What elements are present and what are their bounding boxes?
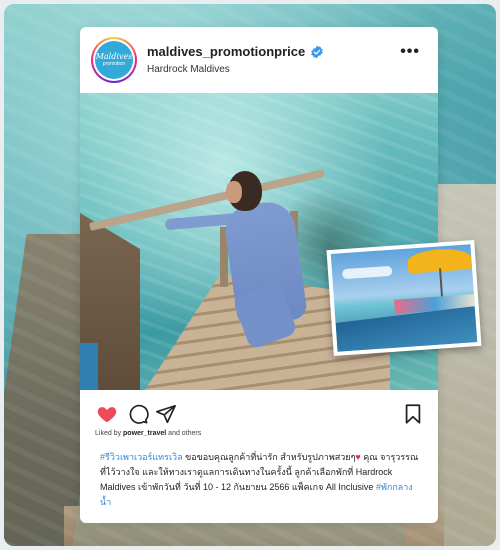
liked-by-user[interactable]: power_travel xyxy=(123,430,166,437)
pool xyxy=(335,306,477,352)
post-actions xyxy=(80,397,438,427)
liked-by-text: Liked by power_travel and others xyxy=(95,430,202,437)
verified-badge-icon xyxy=(311,45,323,58)
paper-plane-icon[interactable] xyxy=(155,403,177,425)
heart-icon[interactable] xyxy=(96,403,118,425)
post-header: Maldives promotion maldives_promotionpri… xyxy=(80,27,438,93)
post-location[interactable]: Hardrock Maldives xyxy=(147,64,230,75)
post-username[interactable]: maldives_promotionprice xyxy=(147,44,324,59)
bookmark-icon[interactable] xyxy=(402,403,424,425)
comment-icon[interactable] xyxy=(127,403,149,425)
inset-photo xyxy=(326,239,482,357)
avatar-logo: Maldives promotion xyxy=(95,41,133,79)
hashtag[interactable]: #รีวิวเพาเวอร์แทรเวิล xyxy=(100,452,183,462)
post-caption: #รีวิวเพาเวอร์แทรเวิล ขอขอบคุณลูกค้าที่น… xyxy=(100,452,419,507)
avatar[interactable]: Maldives promotion xyxy=(91,37,137,83)
more-icon[interactable]: ••• xyxy=(400,43,420,61)
